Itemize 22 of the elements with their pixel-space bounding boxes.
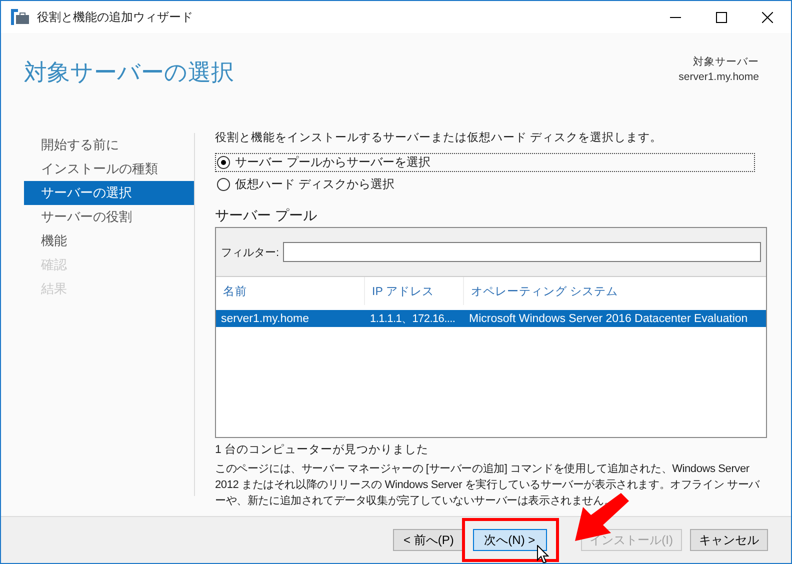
table-row[interactable]: server1.my.home 1.1.1.1、172.16.... Microsoft Windows Server 2016 Datacenter Evaluation xyxy=(216,310,766,327)
wizard-step[interactable]: サーバーの役割 xyxy=(24,205,194,229)
wizard-step[interactable]: インストールの種類 xyxy=(24,157,194,181)
wizard-step[interactable]: 機能 xyxy=(24,229,194,253)
wizard-button[interactable]: キャンセル xyxy=(690,529,768,551)
radio-option[interactable]: 仮想ハード ディスクから選択 xyxy=(215,175,755,194)
radio-option[interactable]: サーバー プールからサーバーを選択 xyxy=(215,153,755,172)
target-server-name: server1.my.home xyxy=(678,71,759,83)
wizard-step[interactable]: 開始する前に xyxy=(24,133,194,157)
column-header[interactable]: オペレーティング システム xyxy=(464,277,766,305)
column-header[interactable]: 名前 xyxy=(216,277,365,305)
wizard-step[interactable]: サーバーの選択 xyxy=(24,181,194,205)
target-server-label: 対象サーバー xyxy=(693,55,759,69)
instruction-text: 役割と機能をインストールするサーバーまたは仮想ハード ディスクを選択します。 xyxy=(215,130,662,145)
wizard-button[interactable]: 次へ(N) > xyxy=(472,529,547,551)
page-title: 対象サーバーの選択 xyxy=(24,58,234,87)
result-count: 1 台のコンピューターが見つかりました xyxy=(215,442,429,457)
section-title: サーバー プール xyxy=(215,207,317,225)
filter-label: フィルター: xyxy=(221,246,280,260)
window-title: 役割と機能の追加ウィザード xyxy=(37,8,193,26)
wizard-button[interactable]: < 前へ(P) xyxy=(392,529,465,551)
column-header[interactable]: IP アドレス xyxy=(365,277,464,305)
